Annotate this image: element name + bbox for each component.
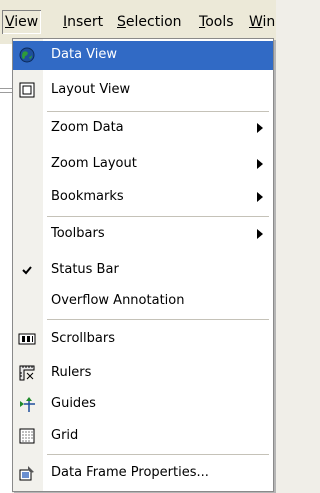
page-icon [19, 82, 35, 98]
background-window [0, 44, 12, 493]
rulers-icon [19, 365, 35, 381]
view-menu: Data View Layout View Zoom Data Zoom Lay… [12, 38, 274, 492]
menu-separator [47, 319, 269, 320]
menu-separator [47, 454, 269, 455]
menu-separator [47, 216, 269, 217]
menu-item-layout-view[interactable]: Layout View [13, 76, 273, 105]
checkmark-icon [22, 266, 32, 275]
submenu-arrow-icon [257, 192, 263, 202]
background-divider [0, 88, 12, 89]
menu-item-zoom-layout[interactable]: Zoom Layout [13, 150, 273, 179]
globe-icon [19, 47, 35, 63]
menu-item-toolbars[interactable]: Toolbars [13, 220, 273, 249]
menu-separator [47, 111, 269, 112]
background-divider [0, 92, 12, 93]
menu-item-data-frame-properties[interactable]: Data Frame Properties... [13, 459, 273, 488]
guides-icon [20, 397, 35, 412]
menu-selection[interactable]: Selection [114, 10, 185, 34]
menu-view[interactable]: View [2, 10, 42, 34]
menu-item-rulers[interactable]: Rulers [13, 359, 273, 388]
menu-item-zoom-data[interactable]: Zoom Data [13, 114, 273, 143]
menu-item-grid[interactable]: Grid [13, 422, 273, 451]
submenu-arrow-icon [257, 159, 263, 169]
properties-icon [19, 466, 34, 481]
submenu-arrow-icon [257, 123, 263, 133]
menu-window[interactable]: Win [246, 10, 278, 34]
menu-item-guides[interactable]: Guides [13, 390, 273, 419]
menu-item-overflow-annotation[interactable]: Overflow Annotation [13, 287, 273, 316]
menu-item-scrollbars[interactable]: Scrollbars [13, 325, 273, 354]
menu-item-bookmarks[interactable]: Bookmarks [13, 183, 273, 212]
menu-insert[interactable]: Insert [60, 10, 106, 34]
scrollbars-icon [18, 333, 36, 345]
menu-tools[interactable]: Tools [196, 10, 237, 34]
submenu-arrow-icon [257, 229, 263, 239]
grid-icon [19, 428, 35, 444]
menu-item-status-bar[interactable]: Status Bar [13, 256, 273, 285]
menu-item-data-view[interactable]: Data View [13, 41, 273, 70]
